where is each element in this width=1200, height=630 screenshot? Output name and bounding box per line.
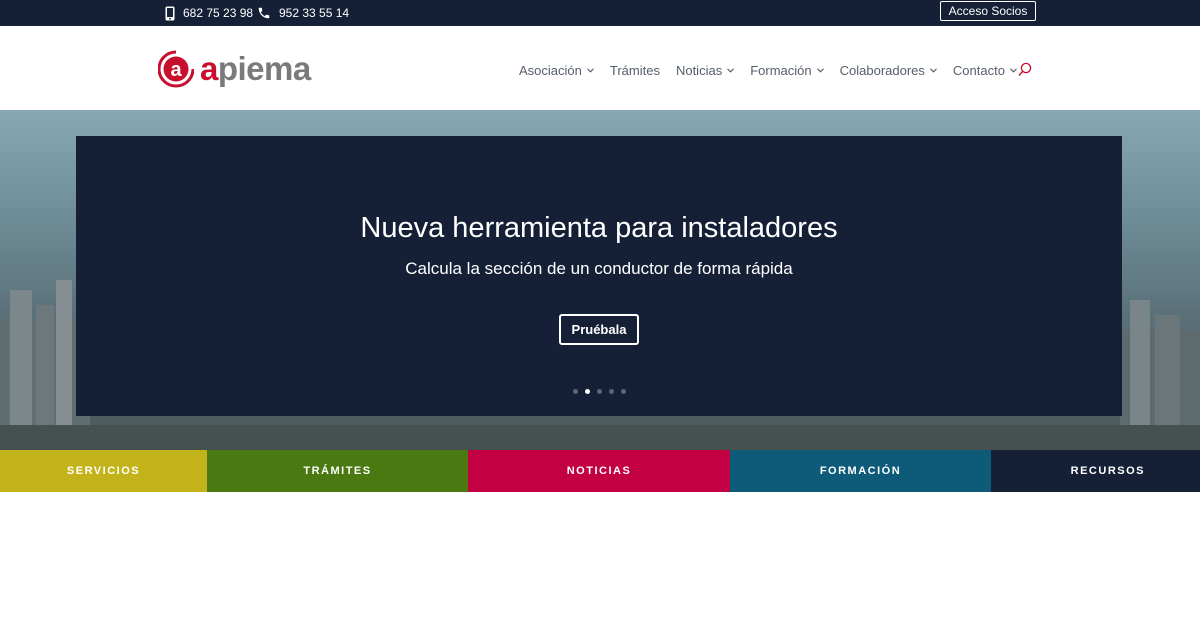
category-noticias[interactable]: NOTICIAS (468, 450, 730, 492)
nav-label: Trámites (609, 62, 660, 78)
logo-text-rest: piema (217, 50, 311, 87)
slide-title: Nueva herramienta para instaladores (360, 212, 838, 244)
logo-wordmark: apiema (200, 50, 311, 88)
acceso-socios-button[interactable]: Acceso Socios (940, 1, 1036, 21)
apiema-logo-icon: a (158, 50, 194, 88)
nav-label: Colaboradores (839, 62, 925, 78)
chevron-down-icon (816, 67, 824, 73)
main-nav: Asociación Trámites Noticias Formación C… (519, 60, 1033, 80)
slider-dot-active[interactable] (585, 389, 590, 394)
logo-letter-a: a (200, 50, 218, 87)
chevron-down-icon (727, 67, 735, 73)
top-bar: 682 75 23 98 952 33 55 14 Acceso Socios (0, 0, 1200, 26)
category-servicios[interactable]: SERVICIOS (0, 450, 207, 492)
nav-item-contacto[interactable]: Contacto (953, 63, 1017, 78)
chevron-down-icon (930, 67, 937, 73)
slider-dot[interactable] (621, 389, 626, 394)
phone-icon (258, 7, 270, 19)
slider-dot[interactable] (597, 389, 602, 394)
nav-item-colaboradores[interactable]: Colaboradores (840, 63, 937, 78)
site-logo[interactable]: a apiema (158, 50, 311, 88)
landline-phone-link[interactable]: 952 33 55 14 (257, 0, 349, 26)
category-formacion[interactable]: FORMACIÓN (730, 450, 991, 492)
landline-phone-number: 952 33 55 14 (279, 6, 350, 20)
search-icon[interactable] (1018, 62, 1032, 77)
slider-dot[interactable] (609, 389, 614, 394)
svg-text:a: a (170, 59, 182, 81)
nav-item-noticias[interactable]: Noticias (675, 62, 735, 78)
mobile-phone-icon (165, 6, 175, 20)
nav-label: Formación (750, 62, 812, 78)
slider-pagination (573, 389, 633, 394)
nav-label: Noticias (675, 62, 723, 78)
nav-item-tramites[interactable]: Trámites (610, 63, 660, 78)
hero-slide: Nueva herramienta para instaladores Calc… (76, 136, 1122, 416)
site-header: a apiema Asociación Trámites Noticias Fo… (0, 26, 1200, 110)
slide-subtitle: Calcula la sección de un conductor de fo… (405, 259, 793, 278)
nav-item-asociacion[interactable]: Asociación (519, 63, 594, 78)
nav-label: Contacto (952, 62, 1005, 78)
mobile-phone-number: 682 75 23 98 (183, 6, 254, 20)
mobile-phone-link[interactable]: 682 75 23 98 (165, 0, 253, 26)
nav-item-formacion[interactable]: Formación (750, 62, 824, 78)
hero-section: Nueva herramienta para instaladores Calc… (0, 110, 1200, 450)
slider-dot[interactable] (573, 389, 578, 394)
pruebala-button[interactable]: Pruébala (559, 314, 639, 345)
category-bar: SERVICIOS TRÁMITES NOTICIAS FORMACIÓN RE… (0, 450, 1200, 492)
category-recursos[interactable]: RECURSOS (991, 450, 1200, 492)
category-tramites[interactable]: TRÁMITES (207, 450, 468, 492)
nav-label: Asociación (519, 62, 582, 78)
chevron-down-icon (1010, 67, 1017, 73)
chevron-down-icon (586, 67, 594, 73)
